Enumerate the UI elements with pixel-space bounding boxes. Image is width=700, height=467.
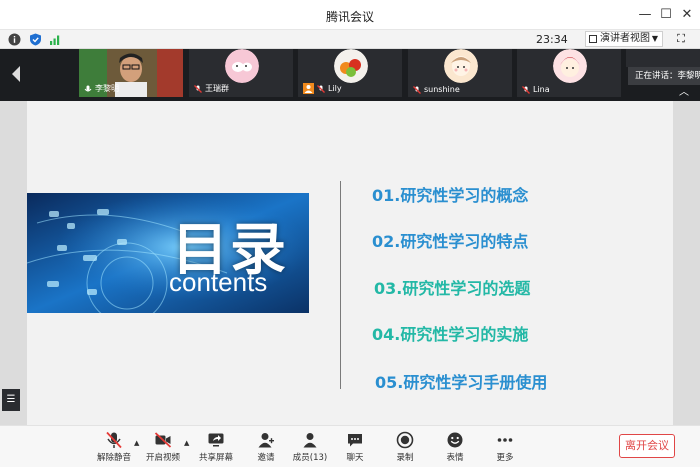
minimize-icon[interactable]: — (636, 6, 654, 24)
toc-item: 03.研究性学习的选题 (374, 279, 531, 298)
participant-name: Lina (533, 85, 550, 94)
presentation-slide: 目录 contents 01.研究性学习的概念 02.研究性学习的特点 03.研… (27, 101, 673, 425)
mic-icon (84, 85, 92, 91)
mic-muted-icon (413, 85, 421, 94)
toc-item: 04.研究性学习的实施 (372, 325, 529, 344)
participant-name: 王瑞群 (205, 84, 229, 93)
participant-name: sunshine (424, 85, 460, 94)
slide-banner: 目录 contents (27, 193, 309, 313)
participant-label: 李黎明 (84, 83, 119, 94)
shield-icon[interactable] (29, 33, 42, 46)
participant-tile[interactable]: 李黎明 (79, 49, 183, 97)
emoji-icon (447, 432, 463, 448)
participant-tile[interactable]: 王瑞群 (189, 49, 293, 97)
avatar (444, 49, 478, 83)
status-bar: 23:34 演讲者视图 ▼ ⛶ (0, 30, 700, 49)
signal-icon[interactable] (49, 33, 62, 46)
participant-tile[interactable]: Lina (517, 49, 621, 97)
mic-muted-icon (317, 84, 325, 93)
participant-label: sunshine (413, 85, 460, 94)
toc-item: 02.研究性学习的特点 (372, 232, 529, 251)
meeting-timer: 23:34 (536, 33, 568, 46)
avatar (553, 49, 587, 83)
mic-muted-icon (106, 431, 122, 449)
video-strip: 李黎明 王瑞群 Lily sunshine Lina (0, 49, 700, 101)
view-layout-icon (589, 35, 597, 43)
banner-subtitle: contents (169, 267, 268, 297)
user-icon (303, 83, 314, 94)
info-icon[interactable] (8, 33, 21, 46)
unmute-label: 解除静音 (96, 453, 131, 463)
unmute-button[interactable]: 解除静音 (89, 431, 139, 465)
participant-tile-partial[interactable] (626, 49, 700, 67)
record-button[interactable]: 录制 (380, 431, 430, 465)
avatar (334, 49, 368, 83)
more-label: 更多 (496, 453, 514, 463)
participant-label: Lily (303, 83, 342, 94)
members-icon (303, 433, 317, 448)
shared-screen: 目录 contents 01.研究性学习的概念 02.研究性学习的特点 03.研… (0, 101, 700, 425)
invite-label: 邀请 (257, 453, 275, 463)
chat-icon (348, 434, 362, 447)
toc-item: 05.研究性学习手册使用 (375, 373, 548, 392)
slide-divider (340, 181, 341, 389)
chevron-left-icon[interactable] (6, 59, 26, 89)
more-icon (497, 438, 513, 442)
emoji-button[interactable]: 表情 (430, 431, 480, 465)
bottom-toolbar: 解除静音 ▲ 开启视频 ▲ 共享屏幕 邀请 成员(13) 聊天 录制 表情 更多… (0, 425, 700, 467)
emoji-label: 表情 (446, 453, 464, 463)
members-button[interactable]: 成员(13) (285, 431, 335, 465)
caret-down-icon: ▼ (651, 34, 658, 43)
add-user-icon (258, 433, 274, 448)
view-mode-label: 演讲者视图 (600, 33, 650, 44)
chat-button[interactable]: 聊天 (330, 431, 380, 465)
side-menu-icon[interactable]: ☰ (2, 389, 20, 411)
title-bar: 腾讯会议 — ☐ ✕ (0, 0, 700, 30)
participant-tile[interactable]: Lily (298, 49, 402, 97)
share-screen-icon (208, 433, 224, 447)
invite-button[interactable]: 邀请 (241, 431, 291, 465)
close-icon[interactable]: ✕ (678, 6, 696, 24)
members-label: 成员(13) (292, 453, 328, 463)
mic-muted-icon (194, 84, 202, 93)
collapse-up-icon[interactable]: ︿ (676, 86, 692, 100)
participant-label: Lina (522, 85, 550, 94)
share-screen-label: 共享屏幕 (198, 453, 233, 463)
more-button[interactable]: 更多 (480, 431, 530, 465)
caret-up-icon[interactable]: ▲ (184, 439, 189, 447)
maximize-icon[interactable]: ☐ (657, 6, 675, 24)
mic-muted-icon (522, 85, 530, 94)
record-label: 录制 (396, 453, 414, 463)
participant-name: 李黎明 (95, 84, 119, 93)
speaking-indicator: 正在讲话：李黎明 (628, 67, 700, 85)
share-screen-button[interactable]: 共享屏幕 (191, 431, 241, 465)
leave-meeting-button[interactable]: 离开会议 (619, 434, 675, 458)
view-mode-dropdown[interactable]: 演讲者视图 ▼ (585, 31, 663, 47)
window-title: 腾讯会议 (325, 10, 374, 24)
participant-name: Lily (328, 84, 342, 93)
participant-tile[interactable]: sunshine (408, 49, 512, 97)
record-icon (396, 431, 414, 449)
chat-label: 聊天 (346, 453, 364, 463)
toc-item: 01.研究性学习的概念 (372, 186, 529, 205)
start-video-label: 开启视频 (145, 453, 180, 463)
fullscreen-icon[interactable]: ⛶ (674, 32, 688, 46)
start-video-button[interactable]: 开启视频 (138, 431, 188, 465)
video-off-icon (154, 432, 172, 448)
participant-label: 王瑞群 (194, 83, 229, 94)
avatar (225, 49, 259, 83)
